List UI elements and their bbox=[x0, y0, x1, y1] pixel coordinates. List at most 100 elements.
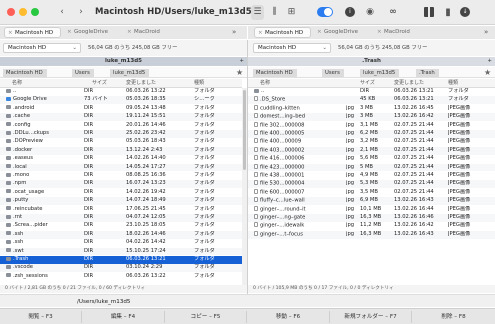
edit-f4-button[interactable]: 編集 – F4 bbox=[82, 311, 165, 323]
list-item[interactable]: fluffy–c…lue–wall jpg 6,9 MB 13.02.26 16:43… bbox=[248, 197, 495, 205]
copy-f5-button[interactable]: コピー – F5 bbox=[165, 311, 247, 323]
list-item[interactable]: .swt DIR 15.10.25 17:24 フォルダ bbox=[0, 247, 242, 256]
list-item[interactable]: file 302…000008 jpg 3,1 MB 02.07.25 21:44 JP… bbox=[248, 121, 495, 130]
column-name[interactable]: 名称 bbox=[12, 79, 22, 88]
eye-icon[interactable]: ◉ bbox=[363, 5, 377, 20]
right-file-list[interactable]: .. DIR 06.03.26 13:21 フォルダ .DS_Store 45 KB 06.… bbox=[248, 88, 495, 286]
list-item[interactable]: file 600…000007 jpg 3,5 MB 02.07.25 21:44 JP… bbox=[248, 188, 495, 197]
list-item[interactable]: .local DIR 14.05.24 17:27 フォルダ bbox=[0, 163, 242, 172]
list-item[interactable]: .DS_Store 45 KB 06.03.26 13:21 フォルダ bbox=[248, 96, 495, 105]
list-item[interactable]: file 438…000001 jpg 4,9 MB 02.07.25 21:44 JP… bbox=[248, 172, 495, 180]
command-line[interactable]: /Users/luke_m13d5 bbox=[0, 294, 495, 307]
list-item[interactable]: .DOPreview DIR 05.03.26 18:43 フォルダ bbox=[0, 138, 242, 146]
list-item[interactable]: .npm DIR 16.07.24 13:23 フォルダ bbox=[0, 180, 242, 189]
list-item[interactable]: .easeus DIR 14.02.26 14:40 フォルダ bbox=[0, 155, 242, 163]
list-item[interactable]: .zsh_sessions DIR 06.03.26 13:22 フォルダ bbox=[0, 273, 242, 281]
list-item[interactable]: file 416…000006 jpg 5,6 MB 02.07.25 21:44 JP… bbox=[248, 155, 495, 163]
info-icon[interactable]: i bbox=[345, 7, 355, 17]
close-icon[interactable]: × bbox=[317, 27, 322, 38]
columns-view-icon[interactable]: ⫼ bbox=[268, 5, 281, 20]
view-f3-button[interactable]: 閲覧 – F3 bbox=[0, 311, 82, 323]
close-icon[interactable]: × bbox=[258, 28, 263, 39]
scrollbar-thumb[interactable] bbox=[243, 90, 246, 170]
right-drive-select[interactable]: Macintosh HD ⌄ bbox=[253, 43, 331, 53]
list-item[interactable]: .. DIR 06.03.26 13:21 フォルダ bbox=[248, 88, 495, 96]
breadcrumb-item[interactable]: luke_m13d5 bbox=[360, 69, 400, 77]
list-item[interactable]: .DDLu…ckups DIR 25.02.26 23:42 フォルダ bbox=[0, 130, 242, 138]
list-item[interactable]: ginger–…ng–gate jpg 16,3 MB 13.02.26 16:46 J… bbox=[248, 214, 495, 222]
add-tab-button[interactable]: + bbox=[487, 57, 492, 66]
list-item[interactable]: Google Drive 73 バイト 05.03.26 18:35 シ…ーク bbox=[0, 96, 242, 105]
list-item[interactable]: .config DIR 20.01.26 14:46 フォルダ bbox=[0, 122, 242, 130]
left-tab-macdroid[interactable]: × MacDroid bbox=[124, 27, 181, 38]
list-item-selected[interactable]: .Trash DIR 06.03.26 13:21 フォルダ bbox=[0, 256, 242, 264]
column-modified[interactable]: 変更しました bbox=[126, 79, 156, 88]
breadcrumb-item[interactable]: .Trash bbox=[416, 69, 439, 77]
toggle-icon[interactable] bbox=[317, 7, 333, 17]
breadcrumb-item[interactable]: luke_m13d5 bbox=[110, 69, 150, 77]
breadcrumb-item[interactable]: Users bbox=[72, 69, 94, 77]
list-item[interactable]: cuddling–kitten jpg 3 MB 13.02.26 16:45 JPEG… bbox=[248, 104, 495, 113]
left-tab-macintosh-hd[interactable]: × Macintosh HD bbox=[4, 27, 61, 38]
add-tab-button[interactable]: + bbox=[239, 57, 244, 66]
chevron-right-icon[interactable]: › bbox=[76, 5, 86, 20]
new-folder-f7-button[interactable]: 新規フォルダー – F7 bbox=[330, 311, 412, 323]
column-modified[interactable]: 変更しました bbox=[394, 79, 424, 88]
list-item[interactable]: ginger–…idewalk jpg 11,2 MB 13.02.26 16:42 J… bbox=[248, 222, 495, 230]
list-item[interactable]: .cache DIR 19.11.24 15:51 フォルダ bbox=[0, 113, 242, 121]
bookmark-icon[interactable]: ▮ bbox=[443, 5, 453, 20]
list-item[interactable]: .Screa…pider DIR 23.10.25 18:05 フォルダ bbox=[0, 222, 242, 230]
close-window-button[interactable] bbox=[7, 8, 15, 16]
breadcrumb-item[interactable]: Users bbox=[322, 69, 344, 77]
binoculars-icon[interactable]: ∞ bbox=[386, 5, 400, 20]
list-item[interactable]: file 530…000004 jpg 5,3 MB 02.07.25 21:44 JP… bbox=[248, 180, 495, 189]
column-kind[interactable]: 種類 bbox=[194, 79, 204, 88]
right-tab-googledrive[interactable]: × GoogleDrive bbox=[314, 27, 371, 38]
list-item[interactable]: .ocat_usage DIR 14.02.26 19:42 フォルダ bbox=[0, 189, 242, 197]
list-item[interactable]: .vscode DIR 03.10.24 2:29 フォルダ bbox=[0, 264, 242, 273]
column-size[interactable]: サイズ bbox=[360, 79, 375, 88]
archive-icon[interactable] bbox=[424, 7, 434, 17]
download-icon[interactable]: ↓ bbox=[460, 7, 470, 17]
list-item[interactable]: file 403…000002 jpg 2,1 MB 02.07.25 21:44 JP… bbox=[248, 146, 495, 155]
column-size[interactable]: サイズ bbox=[92, 79, 107, 88]
grid-view-icon[interactable]: ⊞ bbox=[285, 5, 298, 20]
close-icon[interactable]: × bbox=[67, 27, 72, 38]
pane-divider[interactable] bbox=[247, 40, 248, 294]
list-item[interactable]: .android DIR 09.05.24 13:48 フォルダ bbox=[0, 105, 242, 113]
list-item[interactable]: file 400…00009 jpg 3,2 MB 02.07.25 21:44 JPE… bbox=[248, 138, 495, 146]
column-kind[interactable]: 種類 bbox=[448, 79, 458, 88]
list-item[interactable]: .rnt DIR 04.07.24 12:05 フォルダ bbox=[0, 214, 242, 222]
left-tab-googledrive[interactable]: × GoogleDrive bbox=[64, 27, 121, 38]
close-icon[interactable]: × bbox=[377, 27, 382, 38]
list-item[interactable]: ginger–…t–focus jpg 16,3 MB 13.02.26 16:43 J… bbox=[248, 230, 495, 239]
list-item[interactable]: domest…ing–bed jpg 3 MB 13.02.26 16:42 JPEG画… bbox=[248, 113, 495, 121]
minimize-window-button[interactable] bbox=[19, 8, 27, 16]
list-item[interactable]: .docker DIR 13.12.24 2:43 フォルダ bbox=[0, 146, 242, 155]
close-icon[interactable]: × bbox=[127, 27, 132, 38]
list-item[interactable]: .ssh DIR 18.02.26 14:46 フォルダ bbox=[0, 230, 242, 239]
list-item[interactable]: .putty DIR 14.07.24 18:49 フォルダ bbox=[0, 197, 242, 205]
list-item[interactable]: ginger–…round–it jpg 10,1 MB 13.02.26 16:44… bbox=[248, 205, 495, 214]
list-item[interactable]: .reincubate DIR 17.06.25 21:45 フォルダ bbox=[0, 206, 242, 214]
star-icon[interactable]: ★ bbox=[484, 68, 491, 77]
list-item[interactable]: .. DIR 06.03.26 13:22 フォルダ bbox=[0, 88, 242, 96]
star-icon[interactable]: ★ bbox=[236, 68, 243, 77]
list-item[interactable]: .ssh DIR 04.02.26 14:42 フォルダ bbox=[0, 239, 242, 247]
delete-f8-button[interactable]: 削除 – F8 bbox=[412, 311, 495, 323]
chevron-double-right-icon[interactable]: » bbox=[232, 26, 236, 39]
left-drive-select[interactable]: Macintosh HD ⌄ bbox=[3, 43, 81, 53]
right-tab-macintosh-hd[interactable]: × Macintosh HD bbox=[254, 27, 311, 38]
breadcrumb-item[interactable]: Macintosh HD bbox=[253, 69, 297, 77]
breadcrumb-item[interactable]: Macintosh HD bbox=[3, 69, 47, 77]
list-item[interactable]: .mono DIR 08.08.25 16:36 フォルダ bbox=[0, 172, 242, 180]
list-view-icon[interactable]: ☰ bbox=[251, 5, 264, 20]
zoom-window-button[interactable] bbox=[31, 8, 39, 16]
list-item[interactable]: file 400…000005 jpg 6,2 MB 02.07.25 21:44 JP… bbox=[248, 130, 495, 138]
move-f6-button[interactable]: 移動 – F6 bbox=[247, 311, 330, 323]
chevron-left-icon[interactable]: ‹ bbox=[57, 5, 67, 20]
right-tab-macdroid[interactable]: × MacDroid bbox=[374, 27, 431, 38]
close-icon[interactable]: × bbox=[8, 28, 13, 39]
column-name[interactable]: 名称 bbox=[260, 79, 270, 88]
list-item[interactable]: file 423…000000 jpg 5 MB 02.07.25 21:44 JPEG… bbox=[248, 163, 495, 172]
